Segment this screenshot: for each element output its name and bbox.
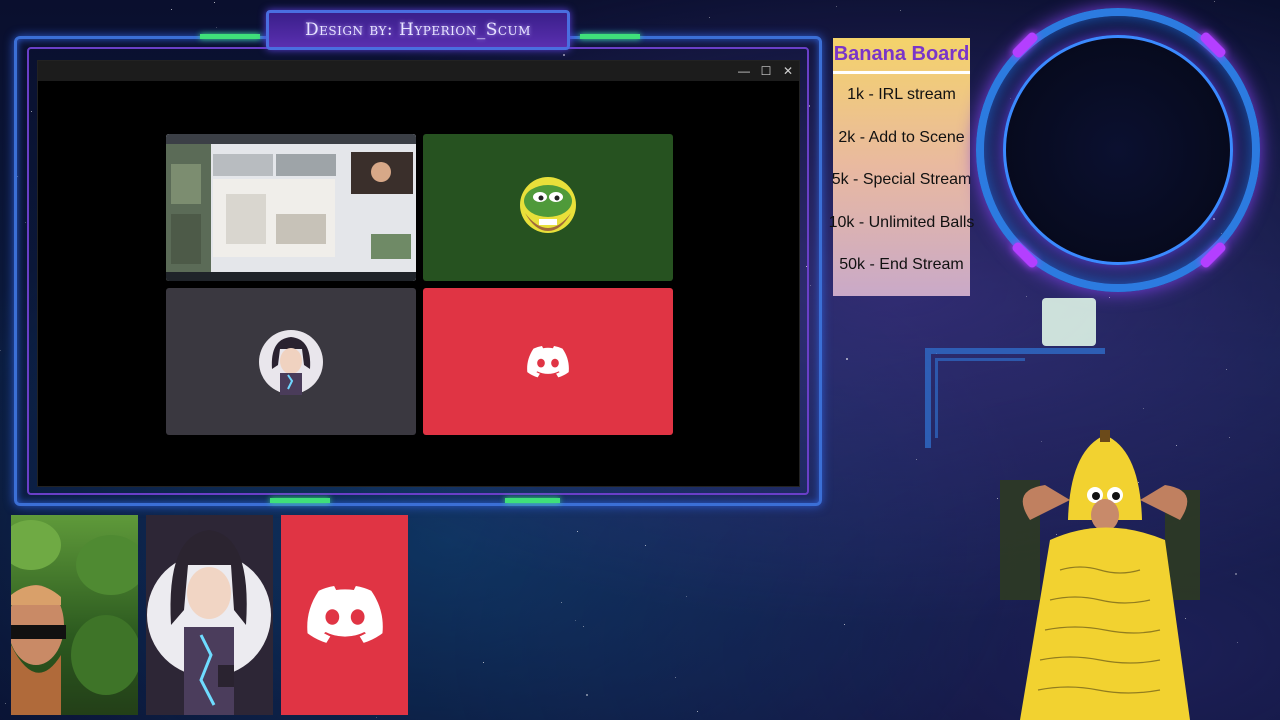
participant-tile-discord[interactable] <box>423 288 673 435</box>
star <box>900 10 902 12</box>
banana-costume-streamer <box>1000 430 1200 720</box>
star <box>1229 437 1230 439</box>
star <box>560 601 562 603</box>
screen-share-tile[interactable] <box>166 134 416 281</box>
participant-tile-frog[interactable] <box>423 134 673 281</box>
star <box>1234 573 1237 576</box>
webcam-participant-1 <box>11 515 138 715</box>
goal-item: 50k - End Stream <box>839 256 964 274</box>
star <box>576 530 578 532</box>
star <box>1214 1 1216 3</box>
star <box>836 5 838 7</box>
star <box>213 2 215 4</box>
star <box>1025 295 1027 297</box>
frame-accent <box>270 498 330 503</box>
star <box>1142 408 1144 410</box>
goal-item: 5k - Special Stream <box>831 171 972 189</box>
goal-item: 1k - IRL stream <box>847 86 956 104</box>
close-icon[interactable]: ✕ <box>777 61 799 81</box>
discord-call-window[interactable]: — ☐ ✕ <box>37 60 800 487</box>
frame-accent <box>580 34 640 39</box>
decorative-bracket <box>935 358 1025 438</box>
anime-avatar-large <box>147 530 271 715</box>
banana-board-panel: Banana Board 1k - IRL stream 2k - Add to… <box>828 38 975 296</box>
star <box>376 716 378 718</box>
star <box>686 596 688 598</box>
anime-avatar <box>259 329 323 395</box>
minimize-icon[interactable]: — <box>733 61 755 81</box>
streamer-webcam <box>990 430 1220 720</box>
screen-share-preview <box>166 134 416 281</box>
portal-camera-area <box>1003 35 1233 265</box>
star <box>674 677 676 679</box>
design-credit-text: Design by: Hyperion_Scum <box>305 20 531 40</box>
window-titlebar[interactable]: — ☐ ✕ <box>38 61 799 81</box>
star <box>1237 641 1239 643</box>
star <box>1226 369 1228 371</box>
banana-board-title: Banana Board <box>833 38 970 74</box>
frame-accent <box>200 34 260 39</box>
star <box>696 710 698 712</box>
star <box>708 17 710 19</box>
star <box>0 349 2 351</box>
participant-tile-anime[interactable] <box>166 288 416 435</box>
discord-logo-icon <box>527 345 569 377</box>
maximize-icon[interactable]: ☐ <box>755 61 777 81</box>
star <box>585 694 588 697</box>
light-patch <box>1042 298 1096 346</box>
star <box>1108 297 1110 299</box>
design-credit-banner: Design by: Hyperion_Scum <box>266 10 570 50</box>
star <box>482 662 484 664</box>
webcam-participant-3 <box>281 515 408 715</box>
frame-accent <box>505 498 560 503</box>
goal-item: 2k - Add to Scene <box>838 128 965 146</box>
discord-logo-icon <box>306 586 383 643</box>
star <box>645 544 647 546</box>
frog-avatar <box>520 176 576 233</box>
participant-photo <box>11 520 138 715</box>
star <box>170 9 172 11</box>
star <box>916 458 918 460</box>
goal-item: 10k - Unlimited Balls <box>828 213 975 231</box>
star <box>4 702 6 704</box>
star <box>215 26 217 28</box>
star <box>583 626 585 628</box>
star <box>574 620 576 622</box>
star <box>843 624 845 626</box>
star <box>846 358 849 361</box>
webcam-participant-2 <box>146 515 273 715</box>
